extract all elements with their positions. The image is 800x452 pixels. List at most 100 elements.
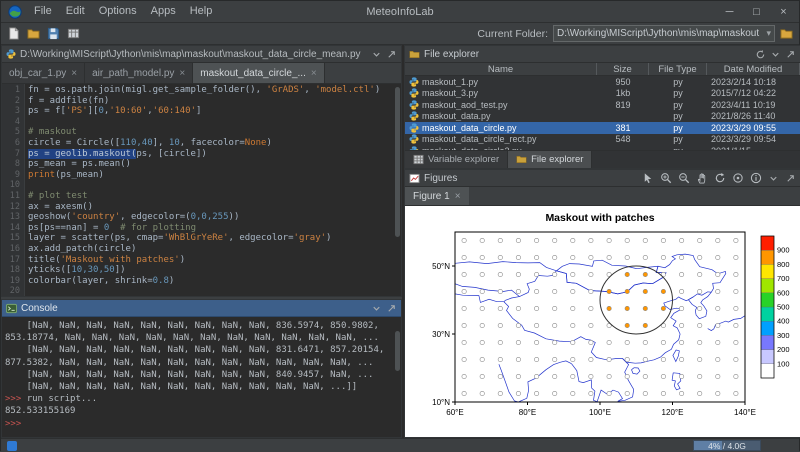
table-row[interactable]: maskout_3.py1kbpy2015/7/12 04:22 xyxy=(405,88,800,100)
chevron-down-icon[interactable]: ▾ xyxy=(763,28,771,39)
file-date-cell: 2021/8/26 11:40 xyxy=(707,111,800,121)
line-number: 15 xyxy=(2,233,20,244)
file-date-cell: 2023/3/29 09:55 xyxy=(707,123,800,133)
column-header[interactable]: Name xyxy=(405,63,597,75)
line-number: 3 xyxy=(2,106,20,117)
figure-tab-label: Figure 1 xyxy=(413,191,450,202)
close-icon[interactable]: × xyxy=(179,68,185,79)
editor-tab-label: air_path_model.py xyxy=(92,68,174,79)
info-icon[interactable] xyxy=(750,172,762,184)
editor-scrollbar[interactable] xyxy=(394,84,401,296)
menu-apps[interactable]: Apps xyxy=(144,1,183,22)
float-icon[interactable] xyxy=(386,303,397,314)
file-explorer-title: File explorer xyxy=(424,49,479,60)
svg-text:140°E: 140°E xyxy=(734,408,756,417)
file-type-cell: py xyxy=(649,111,707,121)
chevron-down-icon[interactable] xyxy=(770,49,781,60)
console-line: 853.18774, NaN, NaN, NaN, NaN, NaN, NaN,… xyxy=(5,332,392,344)
memory-indicator[interactable]: 4% / 4.0G xyxy=(693,440,761,451)
float-icon[interactable] xyxy=(785,49,796,60)
status-bar: 4% / 4.0G xyxy=(1,438,799,452)
menu-bar: FileEditOptionsAppsHelp MeteoInfoLab ─□× xyxy=(1,1,799,23)
zoom-out-icon[interactable] xyxy=(678,172,690,184)
new-file-icon[interactable] xyxy=(7,27,20,40)
float-icon[interactable] xyxy=(785,173,796,184)
code-lines: fn = os.path.join(migl.get_sample_folder… xyxy=(25,84,401,296)
svg-text:800: 800 xyxy=(777,260,790,269)
file-date-cell: 2023/4/11 10:19 xyxy=(707,100,800,110)
table-row[interactable]: maskout_1.py950py2023/2/14 10:18 xyxy=(405,76,800,88)
chevron-down-icon[interactable] xyxy=(371,49,382,60)
line-number: 7 xyxy=(2,149,20,160)
save-icon[interactable] xyxy=(47,27,60,40)
file-type-cell: py xyxy=(649,77,707,87)
identify-icon[interactable] xyxy=(732,172,744,184)
line-number: 11 xyxy=(2,191,20,202)
editor-tab[interactable]: obj_car_1.py× xyxy=(2,63,85,83)
menu-file[interactable]: File xyxy=(27,1,59,22)
console-line: 852.533155169 xyxy=(5,405,392,417)
open-folder-icon[interactable] xyxy=(27,27,40,40)
zoom-in-icon[interactable] xyxy=(660,172,672,184)
bottom-tab-variable-explorer[interactable]: Variable explorer xyxy=(405,151,508,168)
current-folder-combobox[interactable]: D:\Working\MIScript\Jython\mis\map\masko… xyxy=(553,25,775,42)
close-icon[interactable]: × xyxy=(311,68,317,79)
column-header[interactable]: Date Modified xyxy=(707,63,800,75)
figure-canvas[interactable]: 60°E80°E100°E120°E140°E10°N30°N50°NMasko… xyxy=(405,206,800,437)
code-line: layer = scatter(ps, cmap='WhBlGrYeRe', e… xyxy=(28,233,401,244)
python-file-icon xyxy=(409,88,419,98)
editor-tab[interactable]: maskout_data_circle_...× xyxy=(193,63,324,83)
refresh-icon[interactable] xyxy=(755,49,766,60)
chevron-down-icon[interactable] xyxy=(768,173,779,184)
code-editor[interactable]: 1234567891011121314151617181920 fn = os.… xyxy=(2,84,401,296)
file-date-cell: 2015/7/12 04:22 xyxy=(707,88,800,98)
code-line xyxy=(28,286,401,296)
console-line: [NaN, NaN, NaN, NaN, NaN, NaN, NaN, NaN,… xyxy=(5,344,392,356)
line-number: 5 xyxy=(2,127,20,138)
minimize-button[interactable]: ─ xyxy=(716,2,743,22)
svg-text:80°E: 80°E xyxy=(519,408,536,417)
file-type-cell: py xyxy=(649,100,707,110)
file-name-cell: maskout_aod_test.py xyxy=(405,100,597,110)
figure-tab[interactable]: Figure 1 × xyxy=(405,187,469,205)
table-row[interactable]: maskout_data_circle.py381py2023/3/29 09:… xyxy=(405,122,800,134)
menu-help[interactable]: Help xyxy=(183,1,220,22)
table-row[interactable]: maskout_aod_test.py819py2023/4/11 10:19 xyxy=(405,99,800,111)
code-line: title('Maskout with patches') xyxy=(28,255,401,266)
file-size-cell: 950 xyxy=(597,77,649,87)
figure-toolbar xyxy=(642,172,796,184)
file-type-cell: py xyxy=(649,134,707,144)
file-name-cell: maskout_1.py xyxy=(405,77,597,87)
menu-options[interactable]: Options xyxy=(92,1,144,22)
bottom-tab-file-explorer[interactable]: File explorer xyxy=(508,151,592,168)
maximize-button[interactable]: □ xyxy=(743,2,770,22)
figures-panel: Figures Figure 1 × 60°E80°E100°E120°E140… xyxy=(404,169,800,438)
code-line: print(ps_mean) xyxy=(28,170,401,181)
close-icon[interactable]: × xyxy=(455,191,461,202)
column-header[interactable]: File Type xyxy=(649,63,707,75)
table-icon[interactable] xyxy=(67,27,80,40)
chevron-down-icon[interactable] xyxy=(371,303,382,314)
code-line: colorbar(layer, shrink=0.8) xyxy=(28,276,401,287)
console-scrollbar[interactable] xyxy=(394,317,401,437)
menu-edit[interactable]: Edit xyxy=(59,1,92,22)
line-number: 13 xyxy=(2,212,20,223)
table-row[interactable]: maskout_data_circle_rect.py548py2023/3/2… xyxy=(405,134,800,146)
browse-folder-button[interactable] xyxy=(780,27,793,40)
svg-text:500: 500 xyxy=(777,303,790,312)
current-folder-value: D:\Working\MIScript\Jython\mis\map\masko… xyxy=(557,28,763,39)
line-number: 4 xyxy=(2,117,20,128)
pan-icon[interactable] xyxy=(696,172,708,184)
svg-text:700: 700 xyxy=(777,274,790,283)
console-output[interactable]: [NaN, NaN, NaN, NaN, NaN, NaN, NaN, NaN,… xyxy=(2,317,392,437)
editor-tab[interactable]: air_path_model.py × xyxy=(85,63,193,83)
table-row[interactable]: maskout_data.pypy2021/8/26 11:40 xyxy=(405,111,800,123)
python-file-icon xyxy=(409,111,419,121)
rotate-icon[interactable] xyxy=(714,172,726,184)
cursor-icon[interactable] xyxy=(642,172,654,184)
close-button[interactable]: × xyxy=(770,2,797,22)
close-icon[interactable]: × xyxy=(71,68,77,79)
float-icon[interactable] xyxy=(386,49,397,60)
window-controls: ─□× xyxy=(716,2,797,22)
column-header[interactable]: Size xyxy=(597,63,649,75)
